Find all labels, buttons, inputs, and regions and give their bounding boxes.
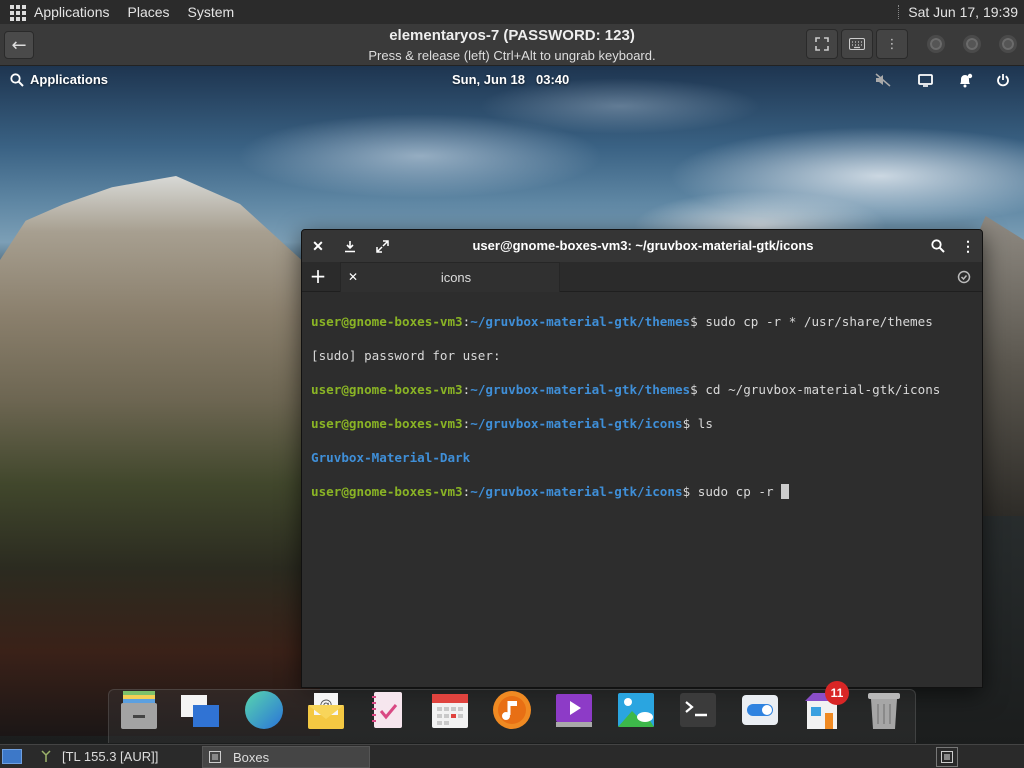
trash-icon (868, 693, 900, 729)
tab-icons[interactable]: ✕ icons (340, 262, 560, 292)
terminal-tabbar: + ✕ icons (302, 262, 982, 292)
taskbar-item-label: Boxes (233, 749, 270, 765)
search-icon[interactable] (928, 236, 948, 256)
maximize-button[interactable] (963, 35, 981, 53)
dock-app-center[interactable]: 11 (801, 681, 849, 731)
kebab-menu-icon: ⋮ (885, 36, 899, 52)
taskbar-item-boxes[interactable]: Boxes (202, 746, 370, 768)
history-icon[interactable] (954, 267, 974, 287)
host-menu-applications[interactable]: Applications (34, 4, 110, 20)
dock-terminal[interactable] (677, 689, 719, 731)
fullscreen-button[interactable] (806, 29, 838, 59)
terminal-window[interactable]: ✕ user@gnome-boxes-vm3: ~/gruvbox-materi… (301, 229, 983, 688)
keyboard-icon (849, 38, 865, 50)
workspace-switcher[interactable] (936, 747, 958, 767)
volume-muted-icon[interactable] (874, 72, 892, 88)
display-icon[interactable] (916, 72, 934, 88)
dock: @ 11 (108, 681, 916, 743)
host-bottom-panel: [TL 155.3 [AUR]] Boxes (0, 744, 1024, 768)
multitasking-view-icon (181, 695, 219, 727)
terminal-line: [sudo] password for user: (311, 348, 501, 363)
videos-icon (556, 694, 592, 727)
terminal-titlebar[interactable]: ✕ user@gnome-boxes-vm3: ~/gruvbox-materi… (302, 230, 982, 262)
terminal-line: Gruvbox-Material-Dark (311, 450, 471, 465)
tab-label: icons (440, 270, 472, 285)
notifications-icon[interactable] (956, 72, 974, 88)
tasks-icon (372, 692, 402, 728)
terminal-line: user@gnome-boxes-vm3:~/gruvbox-material-… (311, 382, 941, 397)
host-clock[interactable]: Sat Jun 17, 19:39 (898, 4, 1018, 20)
new-tab-icon[interactable]: + (308, 264, 328, 288)
terminal-line: user@gnome-boxes-vm3:~/gruvbox-material-… (311, 416, 713, 431)
dock-multitasking-view[interactable] (179, 689, 221, 731)
wallpaper-mountain (0, 176, 320, 736)
dock-web-browser[interactable] (243, 689, 285, 731)
boxes-icon (209, 751, 221, 763)
plant-icon[interactable] (40, 749, 52, 763)
dock-videos[interactable] (553, 689, 595, 731)
photos-icon (618, 693, 654, 727)
fullscreen-icon (815, 37, 829, 51)
dock-photos[interactable] (615, 689, 657, 731)
guest-time[interactable]: 03:40 (536, 72, 569, 87)
dock-music[interactable] (491, 689, 533, 731)
host-menu-system[interactable]: System (188, 4, 235, 20)
guest-applications-button[interactable]: Applications (10, 72, 108, 87)
power-icon[interactable] (994, 72, 1012, 88)
search-icon (10, 72, 24, 87)
dock-calendar[interactable] (429, 689, 471, 731)
calendar-icon (432, 694, 468, 728)
terminal-output[interactable]: user@gnome-boxes-vm3:~/gruvbox-material-… (302, 292, 982, 687)
files-icon (121, 691, 157, 729)
close-button[interactable] (999, 35, 1017, 53)
music-icon (493, 691, 531, 729)
dock-trash[interactable] (863, 689, 905, 731)
app-center-badge: 11 (825, 681, 849, 705)
terminal-cursor (781, 484, 790, 499)
dock-files[interactable] (118, 689, 160, 731)
terminal-line: user@gnome-boxes-vm3:~/gruvbox-material-… (311, 314, 933, 329)
host-menu-places[interactable]: Places (128, 4, 170, 20)
dock-mail[interactable]: @ (305, 689, 347, 731)
system-settings-icon (742, 695, 778, 725)
boxes-headerbar: ← elementaryos-7 (PASSWORD: 123) Press &… (0, 25, 1024, 66)
app-grid-icon[interactable] (10, 5, 26, 21)
menu-button[interactable]: ⋮ (876, 29, 908, 59)
dock-tasks[interactable] (367, 689, 409, 731)
workspace-icon (941, 751, 953, 763)
guest-top-panel: Applications Sun, Jun 18 03:40 (0, 66, 1024, 94)
guest-desktop[interactable]: Applications Sun, Jun 18 03:40 ✕ user@gn… (0, 66, 1024, 744)
terminal-line: user@gnome-boxes-vm3:~/gruvbox-material-… (311, 483, 982, 500)
dock-system-settings[interactable] (739, 689, 781, 731)
show-desktop-button[interactable] (2, 749, 22, 764)
guest-date[interactable]: Sun, Jun 18 (452, 72, 525, 87)
minimize-button[interactable] (927, 35, 945, 53)
weather-indicator[interactable]: [TL 155.3 [AUR]] (62, 749, 158, 764)
kebab-menu-icon[interactable]: ⋮ (958, 236, 978, 256)
web-browser-icon (245, 691, 283, 729)
guest-applications-label: Applications (30, 72, 109, 87)
terminal-icon (680, 693, 716, 727)
terminal-title: user@gnome-boxes-vm3: ~/gruvbox-material… (472, 238, 814, 253)
mail-icon: @ (308, 693, 344, 729)
host-top-panel: Applications Places System Sat Jun 17, 1… (0, 0, 1024, 25)
send-keys-button[interactable] (841, 29, 873, 59)
